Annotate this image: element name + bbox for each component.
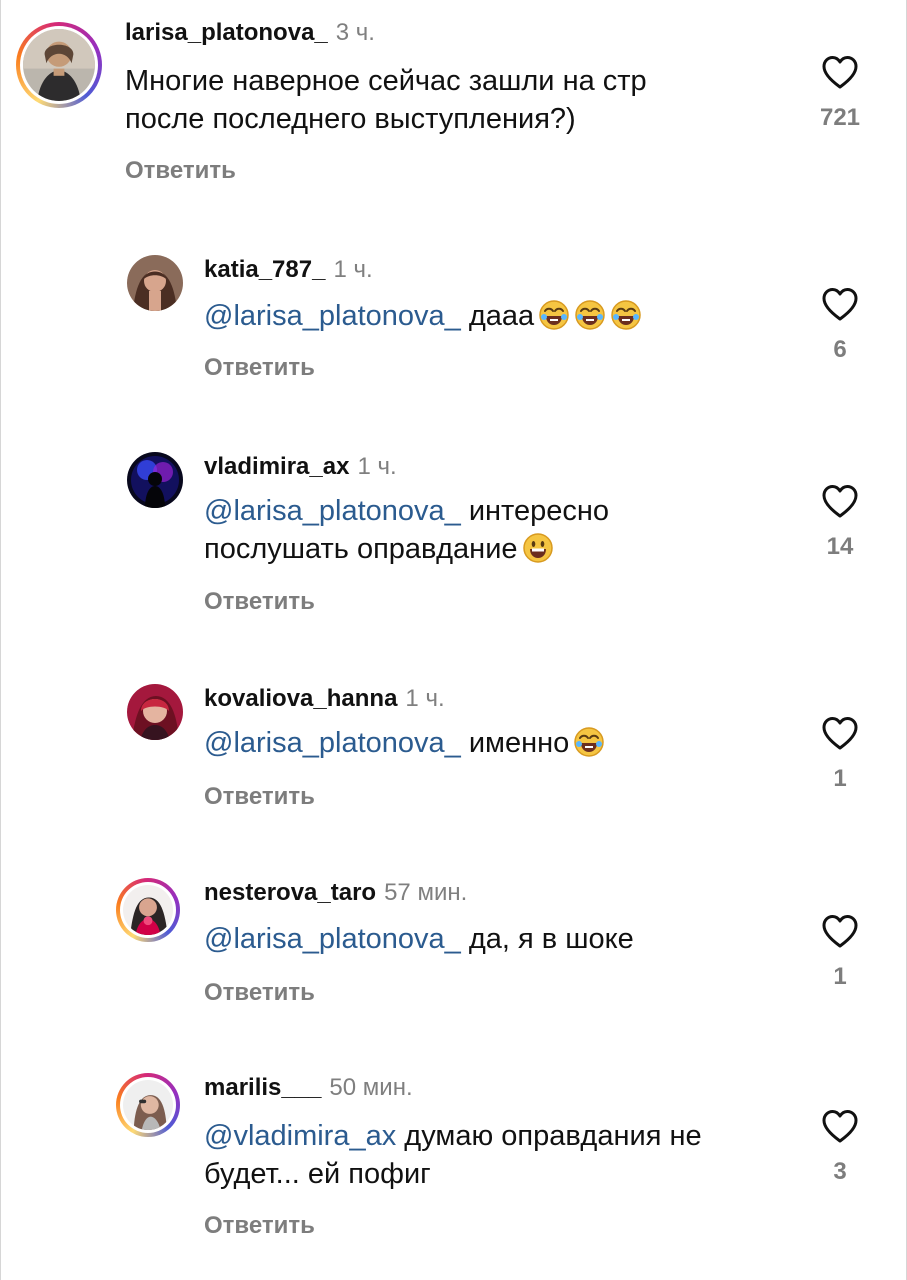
- comment-text: @larisa_platonova_ дааа: [204, 297, 642, 335]
- like-control: 6: [814, 286, 866, 364]
- comment-text: @larisa_platonova_ именно: [204, 724, 605, 762]
- comment-item: larisa_platonova_ 3 ч. Многие наверное се…: [1, 18, 907, 193]
- comment-line: после последнего выступления?): [125, 103, 576, 135]
- face-with-tears-of-joy-icon: [611, 300, 641, 330]
- like-control: 721: [814, 54, 866, 132]
- comment-text: @larisa_platonova_ да, я в шоке: [204, 920, 634, 958]
- heart-icon[interactable]: [820, 1108, 860, 1144]
- comment-item: kovaliova_hanna 1 ч. @larisa_platonova_ и…: [1, 684, 907, 824]
- reply-button[interactable]: Ответить: [125, 156, 236, 186]
- reply-button[interactable]: Ответить: [204, 1211, 315, 1241]
- mention-link[interactable]: @vladimira_ax: [204, 1120, 396, 1152]
- comment-header: katia_787_ 1 ч.: [204, 255, 373, 285]
- heart-icon[interactable]: [820, 715, 860, 751]
- like-count: 3: [833, 1158, 847, 1185]
- avatar[interactable]: [127, 684, 183, 740]
- grinning-face-icon: [522, 533, 553, 563]
- comment-line: Многие наверное сейчас зашли на стр: [125, 65, 647, 97]
- reply-button[interactable]: Ответить: [204, 587, 315, 617]
- comment-text-value: думаю оправдания не: [404, 1120, 702, 1152]
- face-with-tears-of-joy-icon: [539, 300, 569, 330]
- timestamp: 57 мин.: [384, 879, 468, 906]
- comment-header: kovaliova_hanna 1 ч.: [204, 684, 445, 714]
- profile-photo: [123, 885, 173, 935]
- comments-screen: larisa_platonova_ 3 ч. Многие наверное се…: [0, 0, 907, 1280]
- like-control: 1: [814, 913, 866, 991]
- avatar[interactable]: [116, 1073, 180, 1137]
- heart-icon[interactable]: [820, 54, 860, 90]
- like-control: 14: [814, 483, 866, 561]
- avatar[interactable]: [16, 22, 102, 108]
- comment-text-value: дааа: [468, 300, 535, 332]
- comment-line: @larisa_platonova_ интересно: [204, 492, 609, 530]
- username-link[interactable]: marilis___: [204, 1074, 321, 1101]
- face-with-tears-of-joy-icon: [575, 300, 605, 330]
- profile-photo: [23, 29, 95, 101]
- comment-text-value: именно: [468, 727, 570, 759]
- comment-item: marilis___ 50 мин. @vladimira_ax думаю оп…: [1, 1073, 907, 1263]
- profile-photo: [127, 452, 183, 508]
- mention-link[interactable]: @larisa_platonova_: [204, 300, 461, 332]
- comment-header: vladimira_ax 1 ч.: [204, 452, 397, 482]
- comment-item: katia_787_ 1 ч. @larisa_platonova_ дааа: [1, 255, 907, 397]
- avatar[interactable]: [127, 255, 183, 311]
- timestamp: 1 ч.: [333, 256, 373, 283]
- timestamp: 1 ч.: [357, 453, 397, 480]
- comment-header: marilis___ 50 мин.: [204, 1073, 413, 1103]
- heart-icon[interactable]: [820, 286, 860, 322]
- avatar[interactable]: [127, 452, 183, 508]
- reply-button[interactable]: Ответить: [204, 782, 315, 812]
- like-control: 3: [814, 1108, 866, 1186]
- profile-photo: [127, 684, 183, 740]
- comment-item: vladimira_ax 1 ч. @larisa_platonova_ инте…: [1, 452, 907, 626]
- comment-text-value: интересно: [468, 495, 610, 527]
- comment-text: @larisa_platonova_ интересно послушать о…: [204, 492, 609, 568]
- timestamp: 1 ч.: [405, 685, 445, 712]
- reply-button[interactable]: Ответить: [204, 353, 315, 383]
- comment-text: @vladimira_ax думаю оправдания не будет.…: [204, 1117, 702, 1193]
- timestamp: 3 ч.: [335, 19, 375, 46]
- comment-header: nesterova_taro 57 мин.: [204, 878, 467, 908]
- like-count: 1: [833, 765, 847, 792]
- username-link[interactable]: larisa_platonova_: [125, 19, 328, 46]
- like-count: 721: [819, 104, 861, 131]
- avatar[interactable]: [116, 878, 180, 942]
- like-control: 1: [814, 715, 866, 793]
- timestamp: 50 мин.: [329, 1074, 413, 1101]
- username-link[interactable]: katia_787_: [204, 256, 325, 283]
- comment-item: nesterova_taro 57 мин. @larisa_platonova_…: [1, 878, 907, 1018]
- comment-line: будет... ей пофиг: [204, 1158, 431, 1190]
- reply-button[interactable]: Ответить: [204, 978, 315, 1008]
- username-link[interactable]: kovaliova_hanna: [204, 685, 397, 712]
- comment-text-value: да, я в шоке: [468, 923, 634, 955]
- face-with-tears-of-joy-icon: [574, 727, 605, 757]
- heart-icon[interactable]: [820, 913, 860, 949]
- heart-icon[interactable]: [820, 483, 860, 519]
- comment-text-value: послушать оправдание: [204, 533, 518, 565]
- comment-line: послушать оправдание: [204, 530, 609, 568]
- mention-link[interactable]: @larisa_platonova_: [204, 727, 461, 759]
- comment-text: Многие наверное сейчас зашли на стр посл…: [125, 62, 647, 138]
- comment-line: @vladimira_ax думаю оправдания не: [204, 1117, 702, 1155]
- username-link[interactable]: vladimira_ax: [204, 453, 349, 480]
- like-count: 14: [826, 533, 854, 560]
- mention-link[interactable]: @larisa_platonova_: [204, 923, 461, 955]
- like-count: 6: [833, 336, 847, 363]
- profile-photo: [127, 255, 183, 311]
- comment-header: larisa_platonova_ 3 ч.: [125, 18, 375, 48]
- username-link[interactable]: nesterova_taro: [204, 879, 376, 906]
- mention-link[interactable]: @larisa_platonova_: [204, 495, 461, 527]
- like-count: 1: [833, 963, 847, 990]
- profile-photo: [123, 1080, 173, 1130]
